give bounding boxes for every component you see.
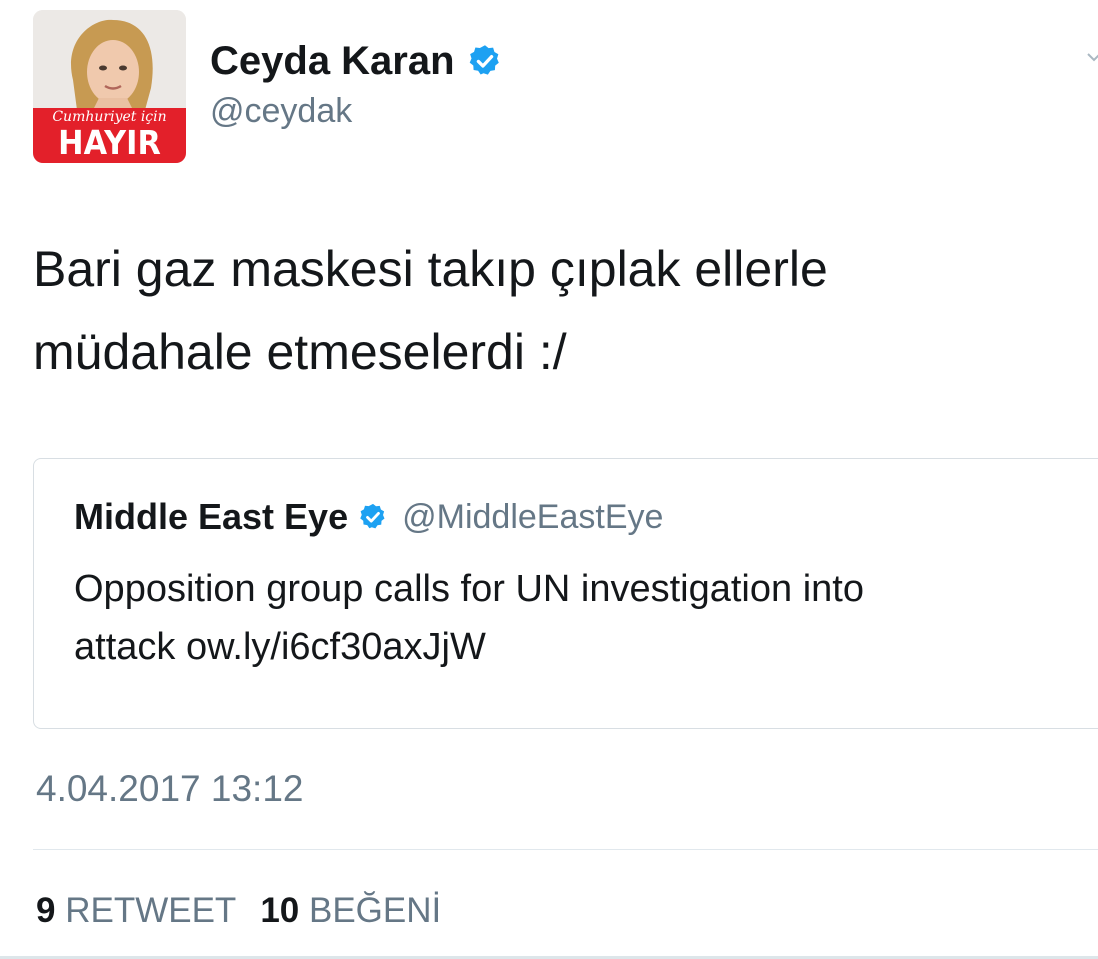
- quoted-author-name[interactable]: Middle East Eye: [74, 493, 348, 541]
- retweet-label: RETWEET: [65, 891, 237, 930]
- tweet-text: Bari gaz maskesi takıp çıplak ellerle mü…: [33, 228, 1073, 394]
- author-display-name[interactable]: Ceyda Karan: [210, 36, 503, 86]
- retweet-stat[interactable]: 9 RETWEET: [36, 891, 236, 930]
- tweet-stats: 9 RETWEET 10 BEĞENİ: [36, 887, 461, 935]
- verified-badge-icon: [469, 45, 499, 75]
- retweet-count: 9: [36, 891, 56, 930]
- tweet-timestamp[interactable]: 4.04.2017 13:12: [36, 765, 303, 813]
- avatar[interactable]: Cumhuriyet için HAYIR: [33, 10, 186, 163]
- verified-badge-icon: [360, 503, 385, 529]
- tweet-text-line: müdahale etmeselerdi :/: [33, 324, 567, 380]
- author-name-text[interactable]: Ceyda Karan: [210, 36, 455, 86]
- quoted-author-handle[interactable]: @MiddleEastEye: [402, 493, 663, 541]
- quoted-tweet-author[interactable]: Middle East Eye @MiddleEastEye: [74, 493, 663, 541]
- author-handle[interactable]: @ceydak: [210, 89, 352, 133]
- avatar-caption-big: HAYIR: [58, 123, 161, 162]
- divider: [33, 849, 1098, 850]
- like-label: BEĞENİ: [308, 891, 442, 930]
- like-count: 10: [260, 891, 300, 930]
- quoted-tweet-text: Opposition group calls for UN investigat…: [74, 560, 1084, 676]
- quoted-text-line: Opposition group calls for UN investigat…: [74, 568, 864, 610]
- quoted-text-line[interactable]: attack ow.ly/i6cf30axJjW: [74, 618, 1084, 676]
- chevron-down-icon[interactable]: [1086, 50, 1098, 64]
- like-stat[interactable]: 10 BEĞENİ: [260, 891, 441, 930]
- tweet-text-line: Bari gaz maskesi takıp çıplak ellerle: [33, 241, 828, 297]
